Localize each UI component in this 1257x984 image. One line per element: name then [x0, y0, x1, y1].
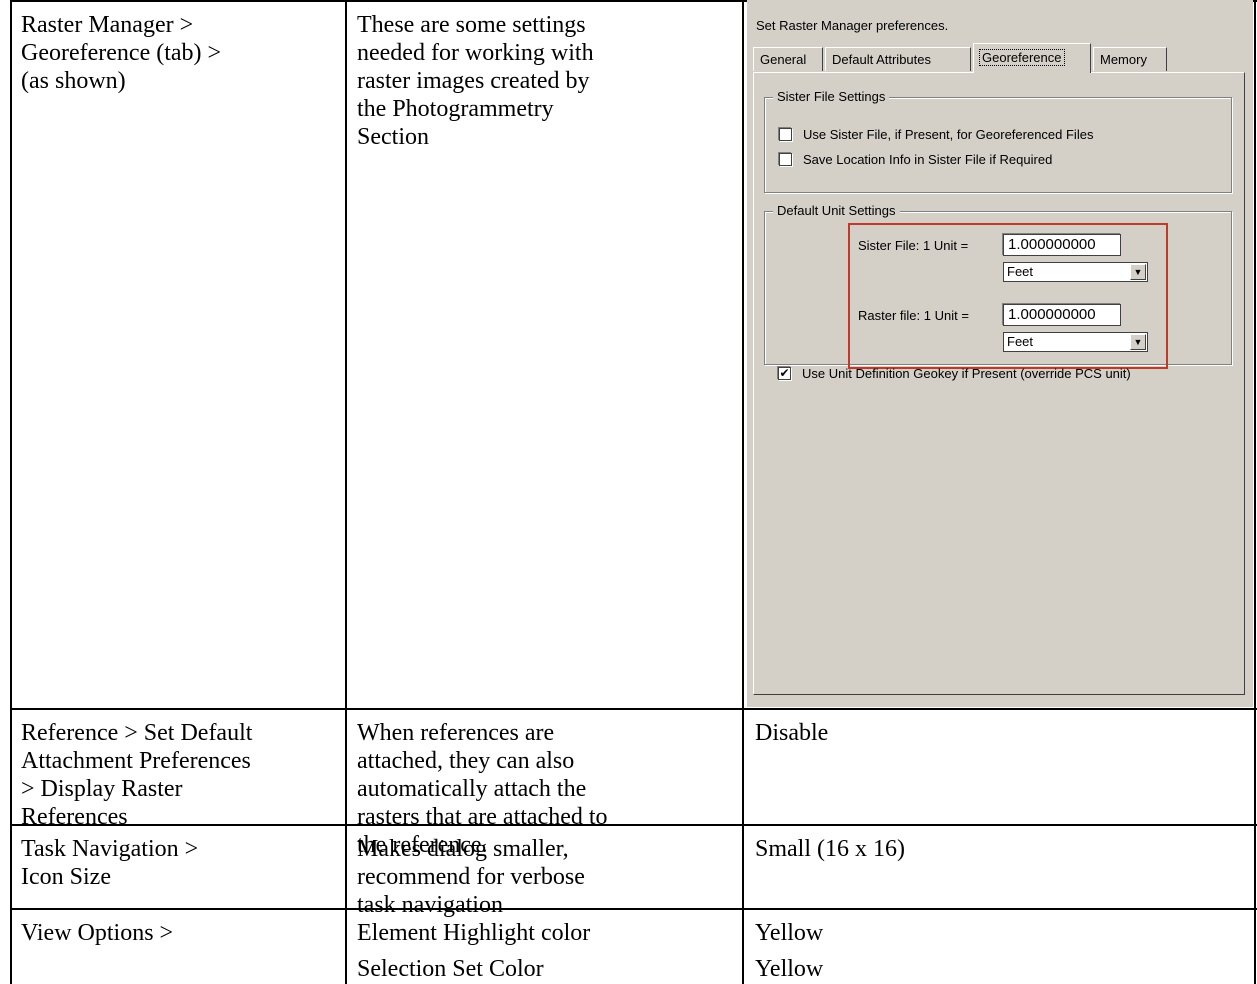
row-divider-1	[12, 708, 1257, 710]
text-line: References	[21, 804, 128, 830]
text-line: Makes dialog smaller,	[357, 836, 569, 862]
save-location-checkbox[interactable]	[779, 153, 792, 166]
text-line: attached, they can also	[357, 748, 575, 774]
tab-default-attributes[interactable]: Default Attributes	[825, 47, 971, 71]
tab-label: Georeference	[979, 49, 1065, 66]
text-line: the Photogrammetry	[357, 96, 554, 122]
text-line: raster images created by	[357, 68, 590, 94]
text-line: Section	[357, 124, 429, 150]
text-line: (as shown)	[21, 68, 126, 94]
group-title: Sister File Settings	[773, 89, 890, 105]
text-line: When references are	[357, 720, 555, 746]
table-border-left	[10, 0, 12, 984]
text-line: recommend for verbose	[357, 864, 585, 890]
text-line: Task Navigation >	[21, 836, 199, 862]
tab-label: Default Attributes	[832, 52, 931, 67]
georeference-tab-page: Sister File Settings Use Sister File, if…	[753, 72, 1245, 695]
row4-setting: View Options >	[21, 919, 173, 947]
text-line: Attachment Preferences	[21, 748, 251, 774]
text-line: Selection Set Color	[357, 956, 544, 982]
tab-general[interactable]: General	[753, 47, 823, 71]
geokey-checkbox[interactable]: ✔	[778, 367, 791, 380]
dialog-header: Set Raster Manager preferences.	[756, 18, 949, 33]
tab-label: General	[760, 52, 807, 67]
use-sister-file-checkbox[interactable]	[779, 128, 792, 141]
row3-setting: Task Navigation > Icon Size	[21, 835, 198, 891]
row4-description-2: Selection Set Color	[357, 955, 544, 983]
row3-description: Makes dialog smaller, recommend for verb…	[357, 835, 585, 919]
use-sister-file-label: Use Sister File, if Present, for Georefe…	[803, 127, 1094, 142]
tab-georeference[interactable]: Georeference	[973, 43, 1091, 73]
sister-file-settings-group: Sister File Settings Use Sister File, if…	[764, 89, 1232, 193]
text-line: Georeference (tab) >	[21, 40, 222, 66]
text-line: > Display Raster	[21, 776, 183, 802]
text-line: Element Highlight color	[357, 920, 591, 946]
text-line: task navigation	[357, 892, 503, 918]
text-line: rasters that are attached to	[357, 804, 608, 830]
raster-manager-preferences-dialog: Set Raster Manager preferences. General …	[747, 0, 1253, 707]
save-location-label: Save Location Info in Sister File if Req…	[803, 152, 1053, 167]
row1-description: These are some settings needed for worki…	[357, 11, 594, 151]
text-line: Icon Size	[21, 864, 111, 890]
column-divider-1	[345, 0, 347, 984]
column-divider-2	[742, 0, 744, 984]
group-title: Default Unit Settings	[773, 203, 900, 219]
text-line: Yellow	[755, 956, 824, 982]
settings-table: Raster Manager > Georeference (tab) > (a…	[0, 0, 1257, 984]
text-line: Reference > Set Default	[21, 720, 253, 746]
row2-setting: Reference > Set Default Attachment Prefe…	[21, 719, 252, 831]
row2-value: Disable	[755, 719, 828, 747]
text-line: Small (16 x 16)	[755, 836, 905, 862]
text-line: automatically attach the	[357, 776, 587, 802]
row3-value: Small (16 x 16)	[755, 835, 905, 863]
row4-description-1: Element Highlight color	[357, 919, 590, 947]
row4-value-2: Yellow	[755, 955, 823, 983]
row4-value-1: Yellow	[755, 919, 823, 947]
row1-setting: Raster Manager > Georeference (tab) > (a…	[21, 11, 221, 95]
text-line: needed for working with	[357, 40, 594, 66]
row-divider-3	[12, 908, 1257, 910]
tab-label: Memory	[1100, 52, 1147, 67]
text-line: View Options >	[21, 920, 174, 946]
tab-memory[interactable]: Memory	[1093, 47, 1167, 71]
text-line: Yellow	[755, 920, 824, 946]
text-line: Disable	[755, 720, 829, 746]
text-line: These are some settings	[357, 12, 586, 38]
geokey-label: Use Unit Definition Geokey if Present (o…	[802, 366, 1131, 381]
table-border-right	[1254, 0, 1256, 984]
text-line: Raster Manager >	[21, 12, 194, 38]
highlight-box	[848, 223, 1168, 369]
